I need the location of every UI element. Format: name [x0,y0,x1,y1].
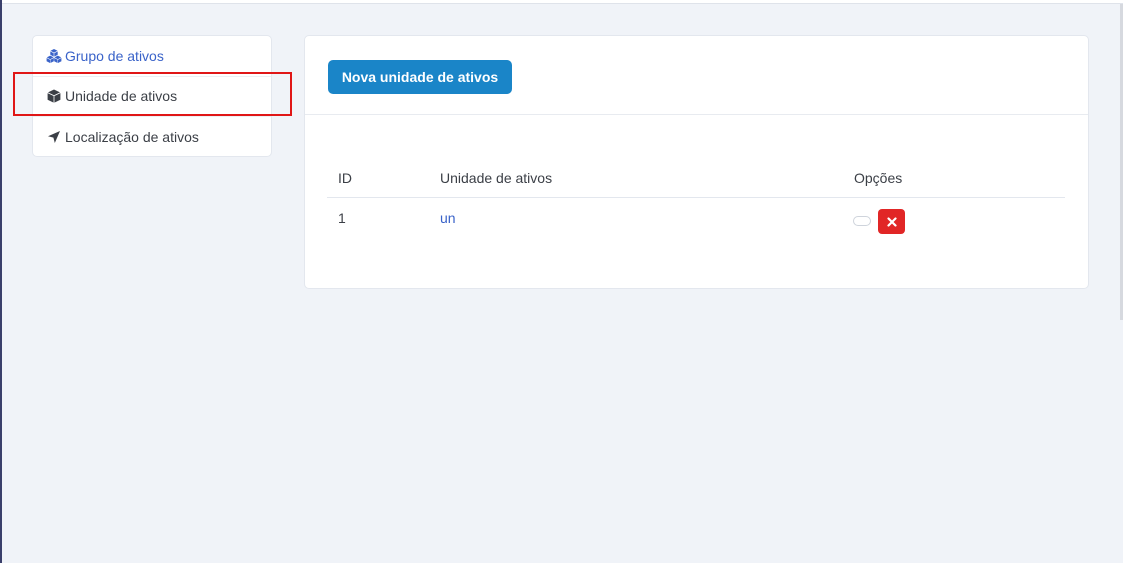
row-id: 1 [338,210,346,226]
row-unit-link[interactable]: un [440,210,456,226]
asset-units-table: ID Unidade de ativos Opções 1 un [327,157,1065,239]
sidebar-item-unidade-de-ativos[interactable]: Unidade de ativos [33,77,271,117]
sidebar-item-label: Grupo de ativos [65,47,164,64]
sidebar-item-grupo-de-ativos[interactable]: Grupo de ativos [33,36,271,77]
row-toggle[interactable] [853,216,871,226]
sidebar-item-localizacao-de-ativos[interactable]: Localização de ativos [33,117,271,158]
sidebar-item-label: Localização de ativos [65,129,199,146]
column-header-unit: Unidade de ativos [440,170,553,186]
column-header-options: Opções [854,170,903,186]
delete-button[interactable] [878,209,905,234]
top-bar [0,0,1123,4]
table-row: 1 un [327,198,1065,239]
sidebar-item-label: Unidade de ativos [65,88,178,105]
left-edge-border [0,0,2,563]
sidebar-menu: Grupo de ativos Unidade de ativos Locali… [32,35,272,157]
cubes-icon [46,48,62,64]
new-asset-unit-button[interactable]: Nova unidade de ativos [328,60,512,94]
table-header-row: ID Unidade de ativos Opções [327,157,1065,198]
close-icon [886,216,897,227]
location-arrow-icon [46,129,62,145]
card-header: Nova unidade de ativos [305,36,1088,115]
cube-icon [46,88,62,104]
column-header-id: ID [338,170,352,186]
